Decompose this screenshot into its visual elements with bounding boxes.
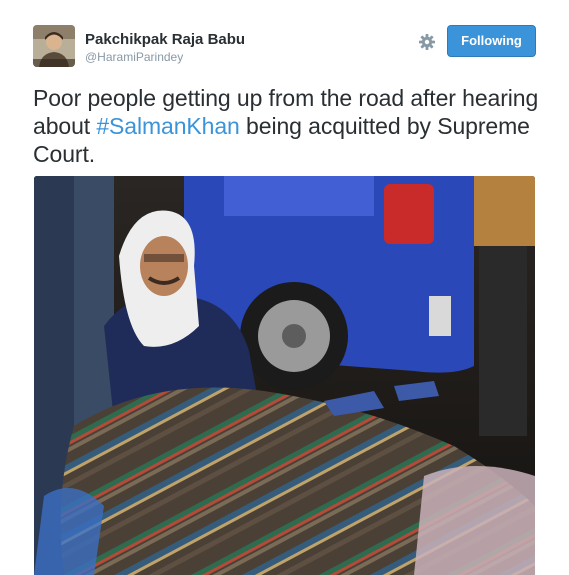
tweet-text: Poor people getting up from the road aft… <box>33 84 548 168</box>
author-name[interactable]: Pakchikpak Raja Babu <box>85 31 245 48</box>
photo-illustration <box>34 176 535 575</box>
hashtag-link[interactable]: #SalmanKhan <box>96 113 240 139</box>
author-handle[interactable]: @HaramiParindey <box>85 50 183 64</box>
tweet-photo[interactable] <box>34 176 535 575</box>
following-button[interactable]: Following <box>447 25 536 57</box>
gear-icon[interactable] <box>418 33 436 51</box>
avatar-image <box>33 25 75 67</box>
tweet-card: Pakchikpak Raja Babu @HaramiParindey Fol… <box>0 0 569 575</box>
avatar[interactable] <box>33 25 75 67</box>
